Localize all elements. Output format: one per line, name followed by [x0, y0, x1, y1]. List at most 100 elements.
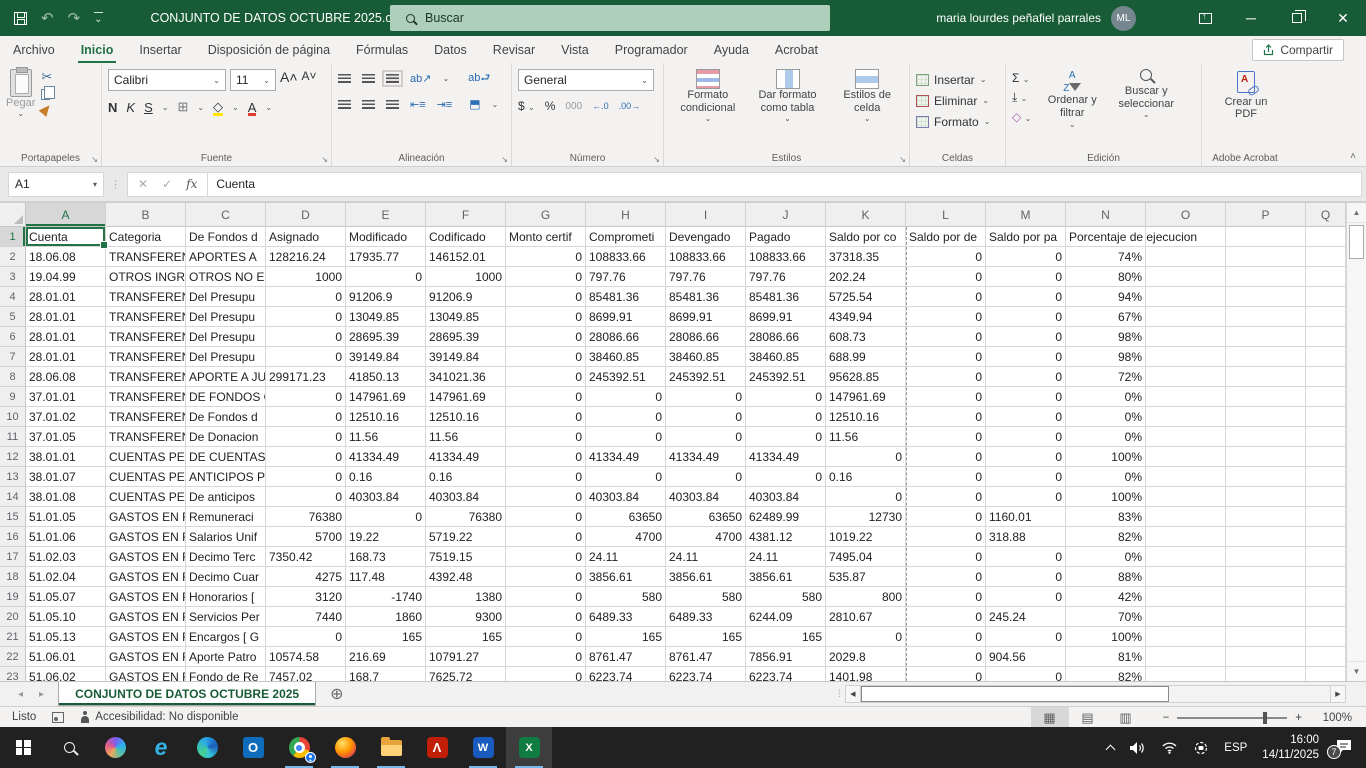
cell-K11[interactable]: 11.56	[826, 427, 906, 447]
avatar[interactable]: ML	[1111, 6, 1136, 31]
cell-J2[interactable]: 108833.66	[746, 247, 826, 267]
cell-P6[interactable]	[1226, 327, 1306, 347]
tab-revisar[interactable]: Revisar	[480, 36, 548, 63]
cell-K23[interactable]: 1401.98	[826, 667, 906, 681]
increase-decimal-icon[interactable]: ←.0	[592, 101, 609, 111]
cell-M14[interactable]: 0	[986, 487, 1066, 507]
cell-A13[interactable]: 38.01.07	[26, 467, 106, 487]
share-button[interactable]: Compartir	[1252, 39, 1344, 61]
cell-K16[interactable]: 1019.22	[826, 527, 906, 547]
cell-D7[interactable]: 0	[266, 347, 346, 367]
cell-I10[interactable]: 0	[666, 407, 746, 427]
cell-Q19[interactable]	[1306, 587, 1346, 607]
cell-L13[interactable]: 0	[906, 467, 986, 487]
cell-I7[interactable]: 38460.85	[666, 347, 746, 367]
cell-P3[interactable]	[1226, 267, 1306, 287]
scroll-right-icon[interactable]: ▶	[1330, 685, 1346, 703]
column-header-K[interactable]: K	[826, 203, 906, 227]
cell-K13[interactable]: 0.16	[826, 467, 906, 487]
alignment-dialog-launcher-icon[interactable]: ↘	[501, 155, 508, 164]
cell-H7[interactable]: 38460.85	[586, 347, 666, 367]
decrease-indent-icon[interactable]: ⇤≡	[410, 98, 426, 111]
merge-center-icon[interactable]: ⬒	[469, 97, 480, 111]
cell-N7[interactable]: 98%	[1066, 347, 1146, 367]
cell-H21[interactable]: 165	[586, 627, 666, 647]
cell-D23[interactable]: 7457.02	[266, 667, 346, 681]
cell-E19[interactable]: -1740	[346, 587, 426, 607]
cell-A16[interactable]: 51.01.06	[26, 527, 106, 547]
cell-M11[interactable]: 0	[986, 427, 1066, 447]
align-middle-icon[interactable]	[362, 74, 375, 83]
cell-E6[interactable]: 28695.39	[346, 327, 426, 347]
cell-E10[interactable]: 12510.16	[346, 407, 426, 427]
cell-Q22[interactable]	[1306, 647, 1346, 667]
increase-indent-icon[interactable]: ⇥≡	[437, 98, 453, 111]
cell-P17[interactable]	[1226, 547, 1306, 567]
cell-G13[interactable]: 0	[506, 467, 586, 487]
tab-vista[interactable]: Vista	[548, 36, 602, 63]
cell-J16[interactable]: 4381.12	[746, 527, 826, 547]
cell-N8[interactable]: 72%	[1066, 367, 1146, 387]
cell-L15[interactable]: 0	[906, 507, 986, 527]
cell-F22[interactable]: 10791.27	[426, 647, 506, 667]
underline-menu-icon[interactable]: ⌄	[162, 103, 169, 112]
cell-K8[interactable]: 95628.85	[826, 367, 906, 387]
row-header-8[interactable]: 8	[0, 367, 26, 387]
cell-F23[interactable]: 7625.72	[426, 667, 506, 681]
cell-F1[interactable]: Codificado	[426, 227, 506, 247]
cell-L14[interactable]: 0	[906, 487, 986, 507]
collapse-ribbon-icon[interactable]: ˄	[1350, 151, 1356, 162]
cell-G4[interactable]: 0	[506, 287, 586, 307]
horizontal-scrollbar[interactable]: ⁞ ◀ ▶	[838, 685, 1346, 703]
insert-function-icon[interactable]: fx	[186, 177, 197, 191]
select-all-corner[interactable]	[0, 203, 26, 227]
cell-B22[interactable]: GASTOS EN F	[106, 647, 186, 667]
cell-Q8[interactable]	[1306, 367, 1346, 387]
scroll-up-icon[interactable]: ▲	[1347, 203, 1366, 223]
cell-I21[interactable]: 165	[666, 627, 746, 647]
number-dialog-launcher-icon[interactable]: ↘	[653, 155, 660, 164]
cell-L21[interactable]: 0	[906, 627, 986, 647]
cell-F6[interactable]: 28695.39	[426, 327, 506, 347]
cell-J9[interactable]: 0	[746, 387, 826, 407]
cell-N20[interactable]: 70%	[1066, 607, 1146, 627]
cell-N23[interactable]: 82%	[1066, 667, 1146, 681]
cell-B20[interactable]: GASTOS EN F	[106, 607, 186, 627]
cell-K19[interactable]: 800	[826, 587, 906, 607]
cell-M16[interactable]: 318.88	[986, 527, 1066, 547]
close-button[interactable]: ✕	[1320, 0, 1366, 36]
cell-D18[interactable]: 4275	[266, 567, 346, 587]
cell-N12[interactable]: 100%	[1066, 447, 1146, 467]
cell-J20[interactable]: 6244.09	[746, 607, 826, 627]
cell-C12[interactable]: DE CUENTAS	[186, 447, 266, 467]
cell-E3[interactable]: 0	[346, 267, 426, 287]
cell-Q4[interactable]	[1306, 287, 1346, 307]
cell-H23[interactable]: 6223.74	[586, 667, 666, 681]
cell-E9[interactable]: 147961.69	[346, 387, 426, 407]
cell-G9[interactable]: 0	[506, 387, 586, 407]
cell-L19[interactable]: 0	[906, 587, 986, 607]
cell-P5[interactable]	[1226, 307, 1306, 327]
cell-D12[interactable]: 0	[266, 447, 346, 467]
cell-H22[interactable]: 8761.47	[586, 647, 666, 667]
cell-B16[interactable]: GASTOS EN F	[106, 527, 186, 547]
decrease-font-icon[interactable]: A˅	[302, 69, 317, 91]
cell-L22[interactable]: 0	[906, 647, 986, 667]
increase-font-icon[interactable]: A˄	[280, 69, 298, 91]
cell-K3[interactable]: 202.24	[826, 267, 906, 287]
cell-K12[interactable]: 0	[826, 447, 906, 467]
cell-P20[interactable]	[1226, 607, 1306, 627]
cell-N3[interactable]: 80%	[1066, 267, 1146, 287]
percent-format-icon[interactable]: %	[545, 99, 556, 113]
cell-B1[interactable]: Categoria	[106, 227, 186, 247]
font-color-icon[interactable]: A	[248, 100, 257, 115]
column-header-D[interactable]: D	[266, 203, 346, 227]
cell-I22[interactable]: 8761.47	[666, 647, 746, 667]
cell-H5[interactable]: 8699.91	[586, 307, 666, 327]
chrome-button[interactable]	[276, 727, 322, 768]
cell-J14[interactable]: 40303.84	[746, 487, 826, 507]
cell-O17[interactable]	[1146, 547, 1226, 567]
cell-A1[interactable]: Cuenta	[26, 227, 106, 247]
cell-O15[interactable]	[1146, 507, 1226, 527]
acrobat-button[interactable]: Λ	[414, 727, 460, 768]
